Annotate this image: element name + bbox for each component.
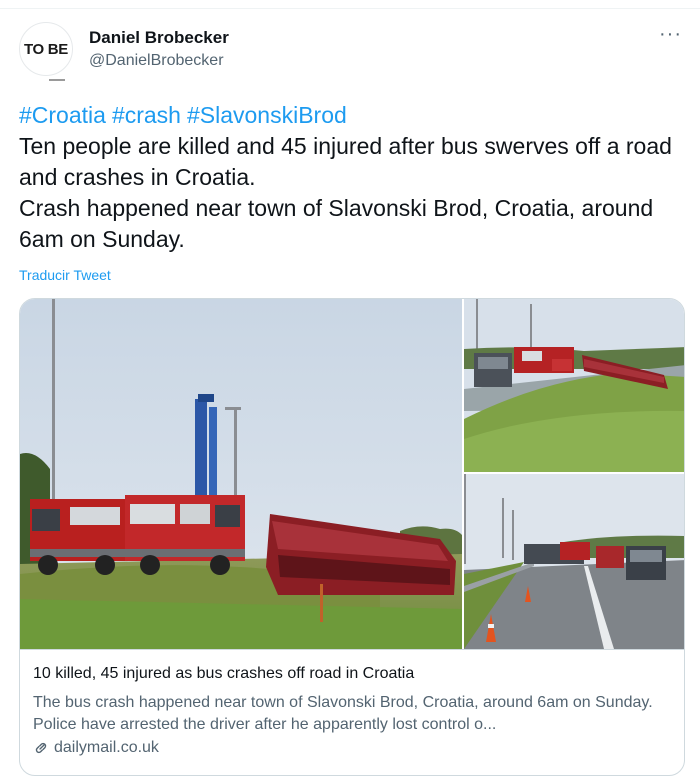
hashtag-croatia[interactable]: #Croatia	[19, 102, 106, 128]
hashtag-crash[interactable]: #crash	[112, 102, 181, 128]
avatar[interactable]: TO BE	[19, 22, 73, 81]
tweet-line-1: Ten people are killed and 45 injured aft…	[19, 133, 672, 190]
link-card-domain: dailymail.co.uk	[54, 739, 159, 756]
author-handle[interactable]: @DanielBrobecker	[89, 52, 224, 70]
link-card-domain-row[interactable]: dailymail.co.uk	[33, 739, 159, 757]
link-card-description: The bus crash happened near town of Slav…	[33, 694, 653, 733]
link-card[interactable]: 10 killed, 45 injured as bus crashes off…	[19, 298, 685, 776]
hashtag-slavonskibrod[interactable]: #SlavonskiBrod	[187, 102, 347, 128]
tweet-line-2: Crash happened near town of Slavonski Br…	[19, 195, 654, 252]
card-divider	[20, 649, 684, 650]
avatar-text: TO BE	[23, 40, 69, 58]
translate-tweet-link[interactable]: Traducir Tweet	[19, 267, 111, 283]
tweet-text: #Croatia #crash #SlavonskiBrod Ten people …	[19, 100, 689, 255]
top-divider	[0, 8, 700, 9]
link-icon	[33, 740, 49, 756]
avatar-underline	[49, 79, 65, 81]
author-display-name[interactable]: Daniel Brobecker	[89, 28, 229, 48]
photo-grid[interactable]	[20, 299, 684, 649]
link-card-title[interactable]: 10 killed, 45 injured as bus crashes off…	[33, 665, 414, 683]
photo-main[interactable]	[20, 299, 462, 649]
photo-bottom-right[interactable]	[464, 474, 684, 649]
hashtag-row: #Croatia #crash #SlavonskiBrod	[19, 100, 689, 131]
more-icon[interactable]: ···	[659, 24, 682, 44]
photo-top-right[interactable]	[464, 299, 684, 472]
